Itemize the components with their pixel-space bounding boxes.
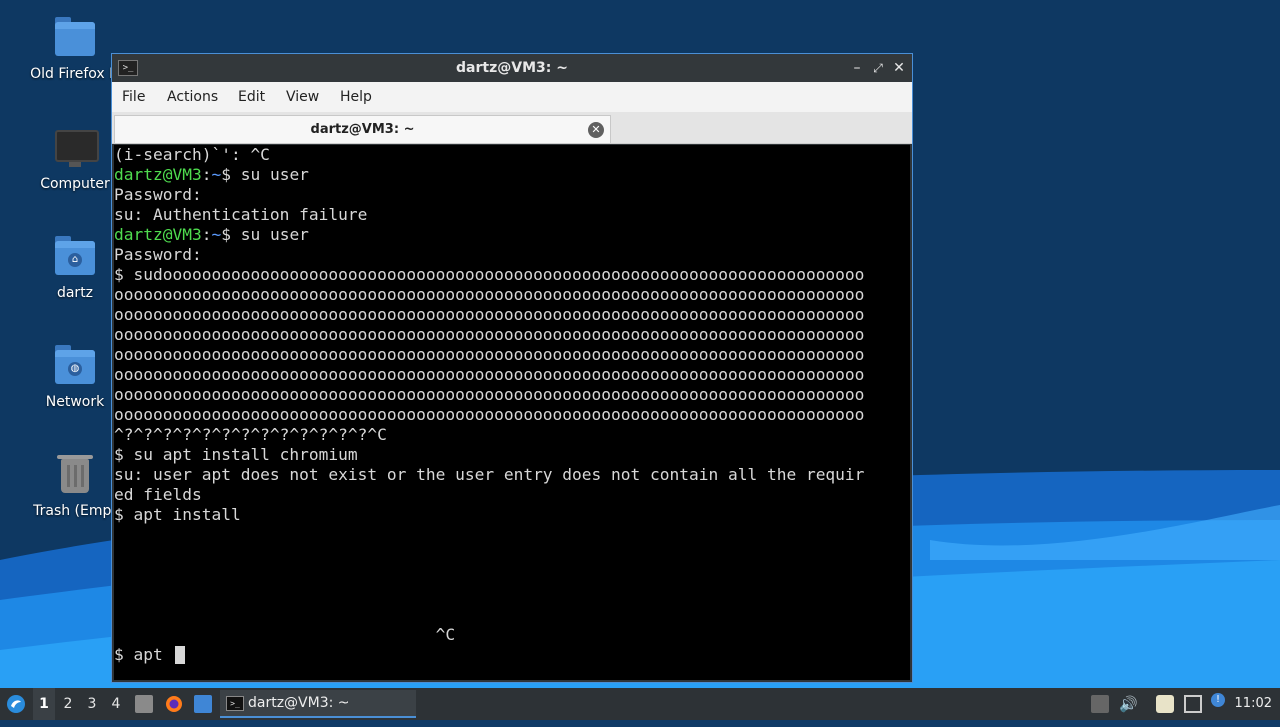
terminal-icon: >_ xyxy=(226,696,244,711)
terminal-window[interactable]: >_ dartz@VM3: ~ – ⤢ ✕ File Actions Edit … xyxy=(111,53,913,683)
computer-icon xyxy=(55,130,99,162)
task-label: dartz@VM3: ~ xyxy=(248,695,350,711)
terminal-line: oooooooooooooooooooooooooooooooooooooooo… xyxy=(114,285,865,304)
terminal-line: $ apt install xyxy=(114,505,241,524)
menu-edit[interactable]: Edit xyxy=(238,82,265,112)
minimize-button[interactable]: – xyxy=(848,59,866,77)
window-titlebar[interactable]: >_ dartz@VM3: ~ – ⤢ ✕ xyxy=(112,54,912,82)
update-notifier-icon[interactable]: ! xyxy=(1211,693,1225,707)
terminal-line: (i-search)`': ^C xyxy=(114,145,270,164)
tab-close-icon[interactable]: ✕ xyxy=(588,122,604,138)
start-menu-button[interactable] xyxy=(4,688,28,727)
terminal-prompt-line: $ apt xyxy=(114,645,173,664)
terminal-line: ^?^?^?^?^?^?^?^?^?^?^?^?^?^C xyxy=(114,425,387,444)
tab-terminal[interactable]: dartz@VM3: ~ ✕ xyxy=(114,115,611,143)
file-manager-icon[interactable] xyxy=(135,695,153,713)
terminal-line: Password: xyxy=(114,245,202,264)
workspace-1[interactable]: 1 xyxy=(33,688,55,720)
taskbar-task-terminal[interactable]: >_ dartz@VM3: ~ xyxy=(220,690,416,718)
tab-label: dartz@VM3: ~ xyxy=(310,122,415,137)
close-button[interactable]: ✕ xyxy=(890,59,908,77)
workspace-2[interactable]: 2 xyxy=(57,688,79,720)
terminal-line: su: user apt does not exist or the user … xyxy=(114,465,865,484)
terminal-line: dartz@VM3:~$ su user xyxy=(114,225,309,244)
clock[interactable]: 11:02 xyxy=(1235,688,1272,720)
terminal-line: $ sudooooooooooooooooooooooooooooooooooo… xyxy=(114,265,865,284)
terminal-cursor xyxy=(175,646,185,664)
tab-bar: dartz@VM3: ~ ✕ xyxy=(112,112,912,144)
menu-bar: File Actions Edit View Help xyxy=(112,82,912,112)
tray-expand-icon[interactable] xyxy=(1091,695,1109,713)
volume-icon[interactable]: 🔊 xyxy=(1119,695,1138,713)
terminal-line: oooooooooooooooooooooooooooooooooooooooo… xyxy=(114,385,865,404)
lubuntu-logo-icon xyxy=(7,695,25,713)
trash-icon xyxy=(57,455,93,493)
terminal-line: su: Authentication failure xyxy=(114,205,368,224)
terminal-line: ed fields xyxy=(114,485,202,504)
terminal-line: oooooooooooooooooooooooooooooooooooooooo… xyxy=(114,345,865,364)
menu-file[interactable]: File xyxy=(122,82,145,112)
maximize-button[interactable]: ⤢ xyxy=(869,59,887,77)
terminal-line: ^C xyxy=(114,625,456,644)
terminal-output[interactable]: (i-search)`': ^C dartz@VM3:~$ su user Pa… xyxy=(114,145,910,680)
terminal-line: oooooooooooooooooooooooooooooooooooooooo… xyxy=(114,405,865,424)
terminal-line: dartz@VM3:~$ su user xyxy=(114,165,309,184)
window-title: dartz@VM3: ~ xyxy=(456,60,568,76)
terminal-line: oooooooooooooooooooooooooooooooooooooooo… xyxy=(114,365,865,384)
terminal-line: $ su apt install chromium xyxy=(114,445,358,464)
menu-actions[interactable]: Actions xyxy=(167,82,218,112)
home-folder-icon: ⌂ xyxy=(55,236,95,275)
folder-icon xyxy=(55,17,95,56)
network-status-icon[interactable] xyxy=(1184,695,1202,713)
network-folder-icon: ◍ xyxy=(55,345,95,384)
menu-view[interactable]: View xyxy=(286,82,319,112)
menu-help[interactable]: Help xyxy=(340,82,372,112)
taskbar: 1 2 3 4 >_ dartz@VM3: ~ 🔊 ! 11:02 xyxy=(0,688,1280,720)
terminal-line: oooooooooooooooooooooooooooooooooooooooo… xyxy=(114,325,865,344)
show-desktop-icon[interactable] xyxy=(194,695,212,713)
firefox-icon[interactable] xyxy=(165,695,183,713)
terminal-line: Password: xyxy=(114,185,202,204)
clipboard-icon[interactable] xyxy=(1156,695,1174,713)
workspace-3[interactable]: 3 xyxy=(81,688,103,720)
workspace-4[interactable]: 4 xyxy=(105,688,127,720)
terminal-line: oooooooooooooooooooooooooooooooooooooooo… xyxy=(114,305,865,324)
